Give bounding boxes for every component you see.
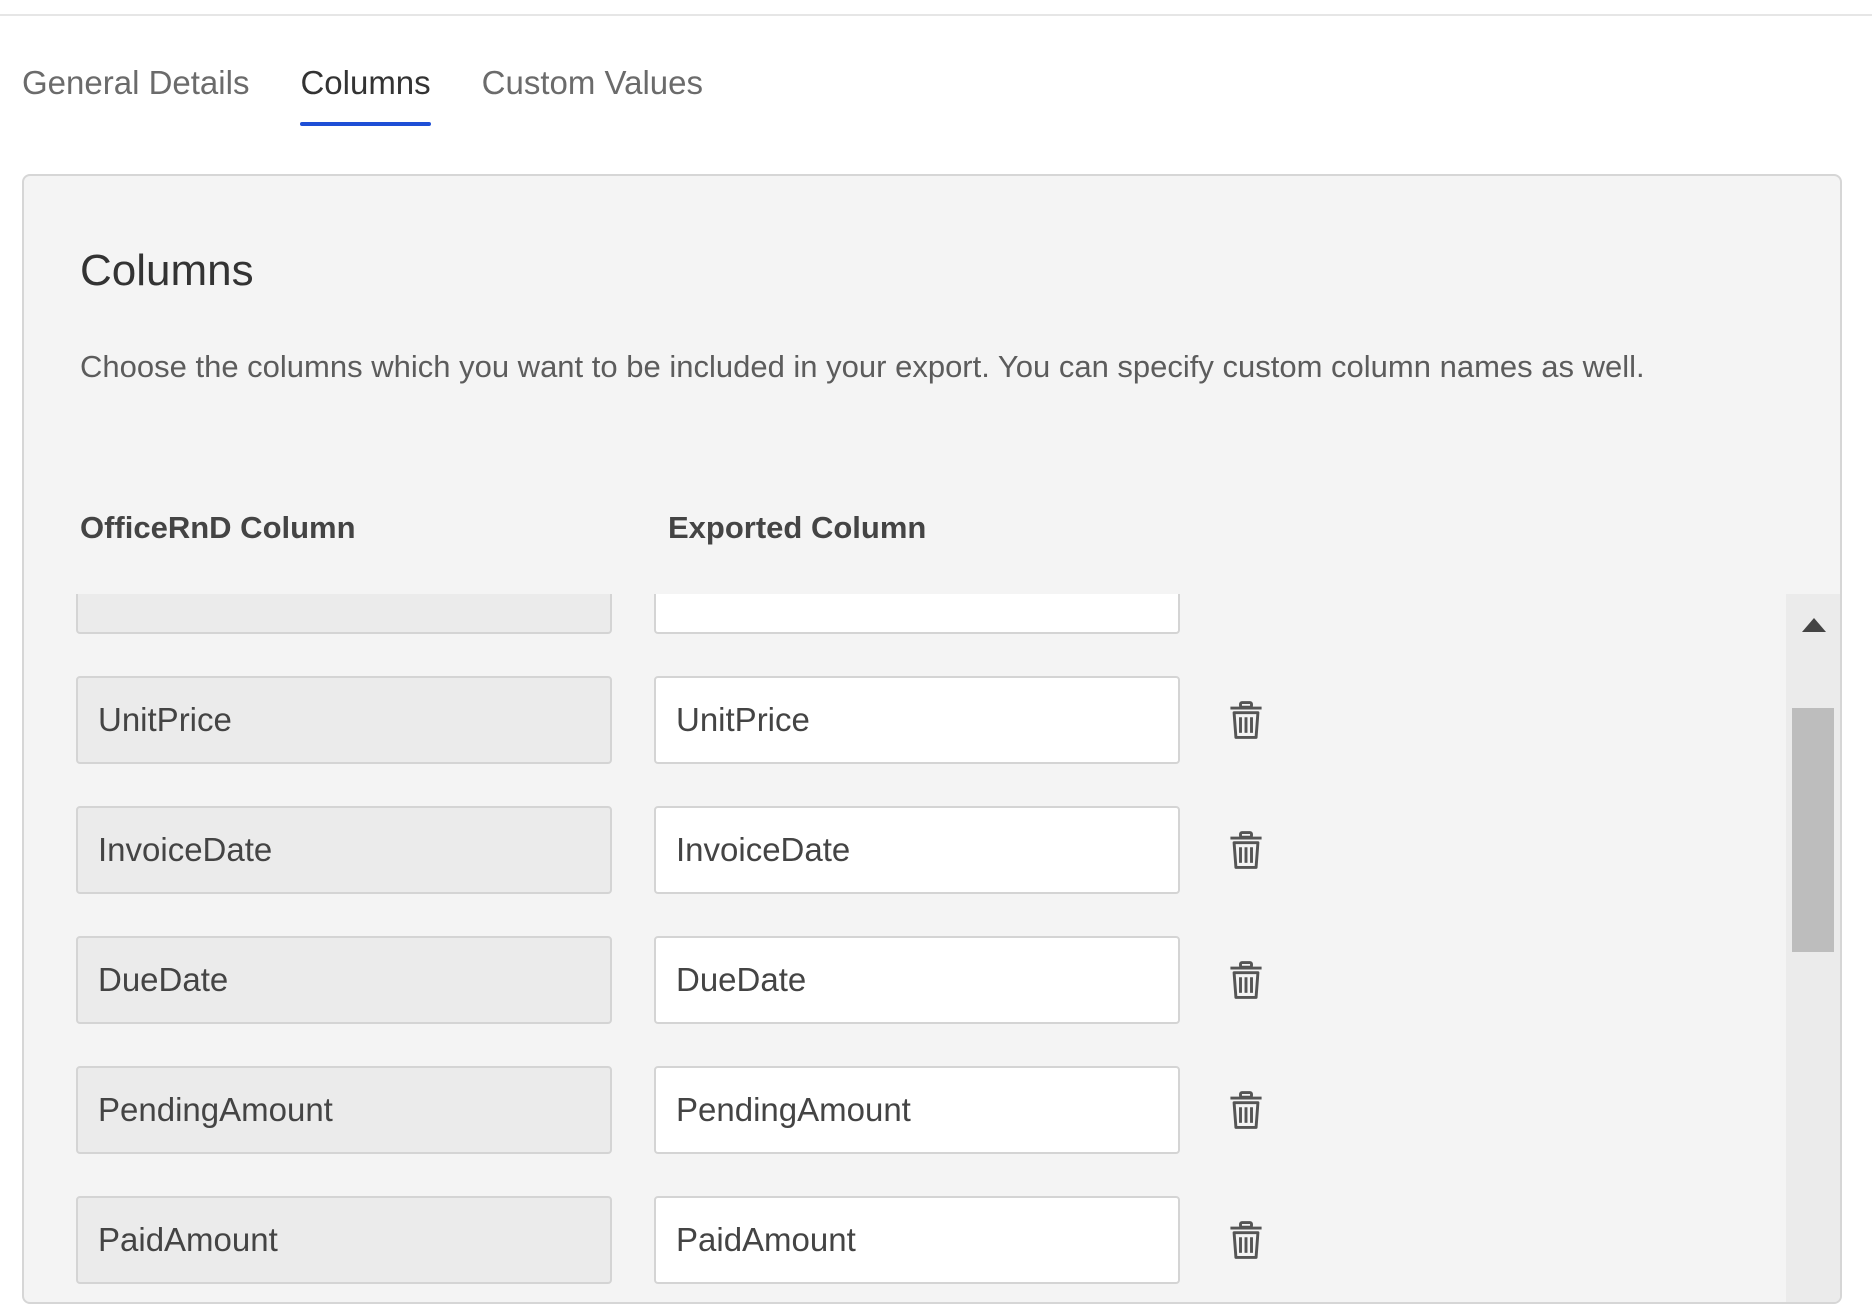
officernd-column-field: DueDate	[76, 936, 612, 1024]
column-rows-list: UnitPrice InvoiceDate DueDate PendingAmount…	[24, 594, 1840, 1302]
trash-icon[interactable]	[1224, 828, 1268, 872]
column-row: PendingAmount	[24, 1066, 1324, 1156]
panel-description: Choose the columns which you want to be …	[80, 349, 1645, 384]
trash-icon[interactable]	[1224, 958, 1268, 1002]
exported-column-input[interactable]	[654, 1066, 1180, 1154]
trash-icon-graphic	[1230, 961, 1262, 999]
column-row: InvoiceDate	[24, 806, 1324, 896]
officernd-column-field: PendingAmount	[76, 1066, 612, 1154]
tab-bar: General Details Columns Custom Values	[22, 60, 703, 126]
tab-columns[interactable]: Columns	[300, 60, 431, 126]
trash-icon-graphic	[1230, 831, 1262, 869]
trash-icon[interactable]	[1224, 1218, 1268, 1262]
exported-column-header: Exported Column	[668, 510, 927, 545]
trash-icon-graphic	[1230, 1221, 1262, 1259]
exported-column-input[interactable]	[654, 594, 1180, 634]
top-divider	[0, 14, 1872, 16]
exported-column-input[interactable]	[654, 936, 1180, 1024]
officernd-column-field: InvoiceDate	[76, 806, 612, 894]
exported-column-input[interactable]	[654, 1196, 1180, 1284]
trash-icon[interactable]	[1224, 698, 1268, 742]
column-row: DueDate	[24, 936, 1324, 1026]
trash-icon-graphic	[1230, 1091, 1262, 1129]
trash-icon[interactable]	[1224, 1088, 1268, 1132]
tab-custom-values[interactable]: Custom Values	[482, 60, 703, 126]
columns-panel: Columns Choose the columns which you wan…	[22, 174, 1842, 1304]
officernd-column-header: OfficeRnD Column	[80, 510, 356, 545]
tab-general-details[interactable]: General Details	[22, 60, 249, 126]
scroll-up-arrow-icon[interactable]	[1802, 618, 1826, 632]
exported-column-input[interactable]	[654, 806, 1180, 894]
panel-title: Columns	[80, 246, 254, 295]
column-row: UnitPrice	[24, 676, 1324, 766]
scrollbar-thumb[interactable]	[1792, 708, 1834, 952]
officernd-column-field: PaidAmount	[76, 1196, 612, 1284]
officernd-column-field: UnitPrice	[76, 676, 612, 764]
officernd-column-field	[76, 594, 612, 634]
column-row: PaidAmount	[24, 1196, 1324, 1286]
rows-scrollbar[interactable]	[1786, 594, 1840, 1302]
exported-column-input[interactable]	[654, 676, 1180, 764]
column-row	[24, 594, 1324, 636]
trash-icon-graphic	[1230, 701, 1262, 739]
